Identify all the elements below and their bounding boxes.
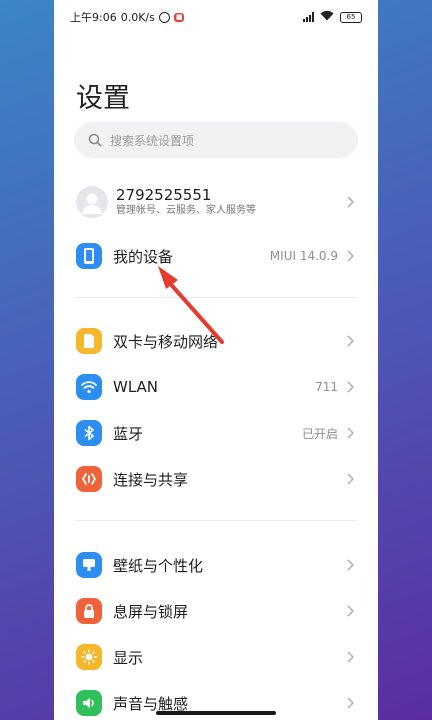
settings-item-my-device[interactable]: 我的设备 MIUI 14.0.9 [54, 233, 378, 279]
settings-item-lock-screen[interactable]: 息屏与锁屏 [54, 588, 378, 634]
settings-item-connection-sharing[interactable]: 连接与共享 [54, 456, 378, 502]
chevron-right-icon [347, 559, 355, 571]
chevron-right-icon [347, 381, 355, 393]
alarm-icon [158, 11, 170, 23]
account-subtitle: 管理帐号、云服务、家人服务等 [116, 205, 256, 216]
share-icon [76, 466, 102, 492]
wallpaper-icon [76, 552, 102, 578]
wifi-status-icon [320, 10, 334, 24]
lock-icon [76, 598, 102, 624]
home-indicator[interactable] [156, 711, 276, 715]
battery-icon: 65 [340, 11, 362, 23]
status-time: 上午9:06 [70, 11, 117, 24]
chevron-right-icon [347, 473, 355, 485]
item-label: 我的设备 [113, 247, 174, 266]
settings-item-sim[interactable]: 双卡与移动网络 [54, 318, 378, 364]
network-speed: 0.0K/s [120, 10, 155, 24]
settings-item-bluetooth[interactable]: 蓝牙 已开启 [54, 410, 378, 456]
item-label: 壁纸与个性化 [113, 556, 204, 575]
chevron-right-icon [347, 605, 355, 617]
user-icon [82, 193, 102, 214]
page-title: 设置 [76, 83, 130, 114]
settings-item-wallpaper[interactable]: 壁纸与个性化 [54, 542, 378, 588]
chevron-right-icon [347, 651, 355, 663]
search-placeholder: 搜索系统设置项 [110, 133, 195, 148]
speaker-icon [76, 690, 102, 716]
item-label: 蓝牙 [113, 424, 144, 443]
item-label: 双卡与移动网络 [113, 332, 219, 351]
search-input[interactable]: 搜索系统设置项 [74, 122, 358, 158]
wifi-icon [76, 374, 102, 400]
status-bar: 上午9:06 0.0K/s ■ 65 [54, 0, 378, 34]
chevron-right-icon [347, 427, 355, 439]
section-divider [74, 520, 358, 521]
settings-screen: 上午9:06 0.0K/s ■ 65 设置 搜索系统设置项 2792525551… [54, 0, 378, 720]
account-row[interactable]: 2792525551 管理帐号、云服务、家人服务等 [54, 178, 378, 226]
settings-item-wlan[interactable]: WLAN 711 [54, 364, 378, 410]
chevron-right-icon [347, 250, 355, 262]
sun-icon [76, 644, 102, 670]
item-value: MIUI 14.0.9 [269, 249, 338, 263]
avatar [76, 186, 108, 218]
item-value: 已开启 [301, 426, 338, 441]
chevron-right-icon [347, 697, 355, 709]
bluetooth-icon [76, 420, 102, 446]
item-value: 711 [315, 380, 338, 394]
item-label: 显示 [113, 648, 144, 667]
sim-card-icon [76, 328, 102, 354]
account-name: 2792525551 [116, 186, 212, 204]
phone-icon [76, 243, 102, 269]
chevron-right-icon [347, 335, 355, 347]
notification-badge-icon: ■ [173, 12, 185, 22]
signal-icon [303, 12, 314, 22]
item-label: 连接与共享 [113, 470, 189, 489]
settings-item-display[interactable]: 显示 [54, 634, 378, 680]
item-label: WLAN [113, 378, 159, 396]
section-divider [74, 297, 358, 298]
chevron-right-icon [347, 196, 355, 208]
item-label: 息屏与锁屏 [113, 602, 189, 621]
search-icon [88, 133, 102, 147]
